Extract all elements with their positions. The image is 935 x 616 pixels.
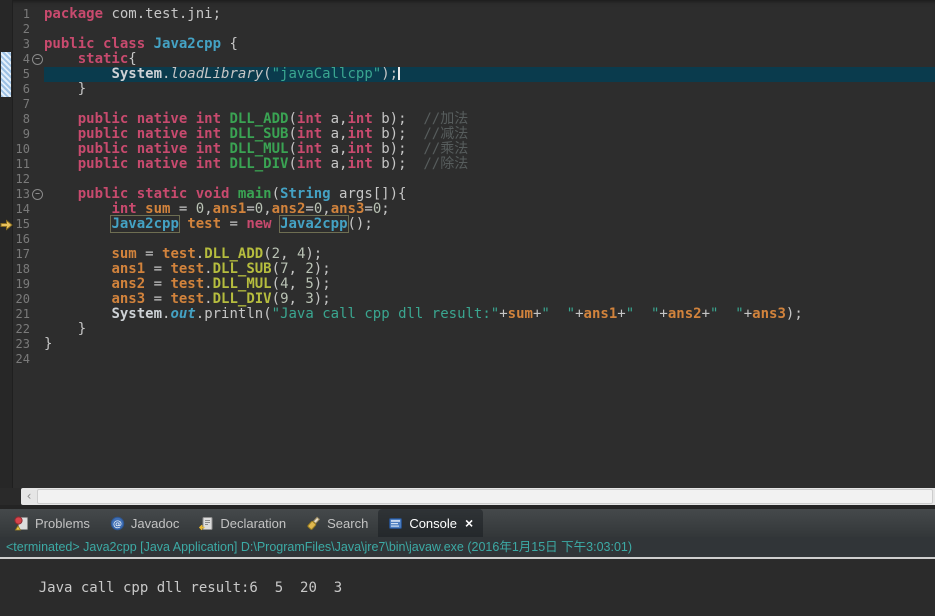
tab-declaration[interactable]: Declaration [189, 509, 296, 537]
code-line[interactable] [44, 172, 935, 187]
fold-collapse-icon[interactable]: − [32, 189, 43, 200]
annotation-ruler[interactable] [0, 0, 13, 488]
code-line[interactable]: System.out.println("Java call cpp dll re… [44, 307, 935, 322]
nav-arrow-icon[interactable] [0, 218, 13, 236]
tab-console[interactable]: Console × [378, 509, 483, 537]
fold-collapse-icon[interactable]: − [32, 54, 43, 65]
svg-text:@: @ [113, 519, 122, 529]
line-number[interactable]: 5 [13, 67, 44, 82]
code-line[interactable]: public native int DLL_MUL(int a,int b); … [44, 142, 935, 157]
line-number[interactable]: 8 [13, 112, 44, 127]
close-icon[interactable]: × [465, 516, 473, 530]
search-icon [306, 516, 321, 531]
code-line[interactable]: public native int DLL_DIV(int a,int b); … [44, 157, 935, 172]
code-line[interactable]: int sum = 0,ans1=0,ans2=0,ans3=0; [44, 202, 935, 217]
line-number[interactable]: 13− [13, 187, 44, 202]
code-line[interactable]: } [44, 322, 935, 337]
code-line[interactable]: ans1 = test.DLL_SUB(7, 2); [44, 262, 935, 277]
scrollbar-corner [0, 488, 21, 505]
line-number[interactable]: 2 [13, 22, 44, 37]
horizontal-scrollbar[interactable]: ‹ [0, 488, 935, 505]
code-line[interactable]: package com.test.jni; [44, 7, 935, 22]
code-line[interactable]: ans2 = test.DLL_MUL(4, 5); [44, 277, 935, 292]
line-number[interactable]: 12 [13, 172, 44, 187]
tab-label: Search [327, 516, 368, 531]
tab-label: Problems [35, 516, 90, 531]
code-line[interactable]: ans3 = test.DLL_DIV(9, 3); [44, 292, 935, 307]
code-line[interactable]: public native int DLL_ADD(int a,int b); … [44, 112, 935, 127]
code-line[interactable]: } [44, 82, 935, 97]
line-number[interactable]: 23 [13, 337, 44, 352]
code-line[interactable]: sum = test.DLL_ADD(2, 4); [44, 247, 935, 262]
console-status-line: <terminated> Java2cpp [Java Application]… [0, 537, 935, 557]
line-number[interactable]: 18 [13, 262, 44, 277]
line-number[interactable]: 24 [13, 352, 44, 367]
javadoc-icon: @ [110, 516, 125, 531]
tab-label: Javadoc [131, 516, 179, 531]
scroll-left-icon[interactable]: ‹ [21, 488, 37, 505]
code-line[interactable]: public class Java2cpp { [44, 37, 935, 52]
panel-tab-bar: Problems @ Javadoc Declaration [0, 509, 935, 537]
line-number[interactable]: 15 [13, 217, 44, 232]
gutter[interactable]: 1234−5678910111213−141516171819202122232… [13, 0, 44, 488]
line-number[interactable]: 1 [13, 7, 44, 22]
line-number[interactable]: 7 [13, 97, 44, 112]
range-indicator [1, 52, 11, 97]
line-number[interactable]: 14 [13, 202, 44, 217]
tab-label: Declaration [220, 516, 286, 531]
tab-javadoc[interactable]: @ Javadoc [100, 509, 189, 537]
text-caret [398, 67, 400, 80]
line-number[interactable]: 19 [13, 277, 44, 292]
code-line[interactable]: static{ [44, 52, 935, 67]
tab-search[interactable]: Search [296, 509, 378, 537]
code-editor[interactable]: 1234−5678910111213−141516171819202122232… [0, 0, 935, 488]
line-number[interactable]: 3 [13, 37, 44, 52]
scrollbar-track[interactable]: ‹ [21, 488, 935, 505]
line-number[interactable]: 22 [13, 322, 44, 337]
line-number[interactable]: 11 [13, 157, 44, 172]
ide-window: 1234−5678910111213−141516171819202122232… [0, 0, 935, 616]
code-line[interactable]: public static void main(String args[]){ [44, 187, 935, 202]
line-number[interactable]: 4− [13, 52, 44, 67]
scrollbar-thumb[interactable] [37, 489, 933, 504]
tab-problems[interactable]: Problems [4, 509, 100, 537]
line-number[interactable]: 20 [13, 292, 44, 307]
code-line[interactable] [44, 232, 935, 247]
line-number[interactable]: 6 [13, 82, 44, 97]
tab-label: Console [409, 516, 457, 531]
line-number[interactable]: 16 [13, 232, 44, 247]
console-output-text: Java call cpp dll result:6 5 20 3 [39, 580, 342, 596]
code-line[interactable]: } [44, 337, 935, 352]
console-icon [388, 516, 403, 531]
code-line[interactable] [44, 97, 935, 112]
line-number[interactable]: 9 [13, 127, 44, 142]
code-lines[interactable]: package com.test.jni; public class Java2c… [44, 0, 935, 488]
console-output[interactable]: Java call cpp dll result:6 5 20 3 [0, 557, 935, 616]
declaration-icon [199, 516, 214, 531]
problems-icon [14, 516, 29, 531]
line-number[interactable]: 10 [13, 142, 44, 157]
code-line[interactable]: System.loadLibrary("javaCallcpp"); [44, 67, 935, 82]
code-line[interactable] [44, 22, 935, 37]
line-number[interactable]: 21 [13, 307, 44, 322]
code-line[interactable]: Java2cpp test = new Java2cpp(); [44, 217, 935, 232]
code-line[interactable]: public native int DLL_SUB(int a,int b); … [44, 127, 935, 142]
line-number[interactable]: 17 [13, 247, 44, 262]
code-line[interactable] [44, 352, 935, 367]
